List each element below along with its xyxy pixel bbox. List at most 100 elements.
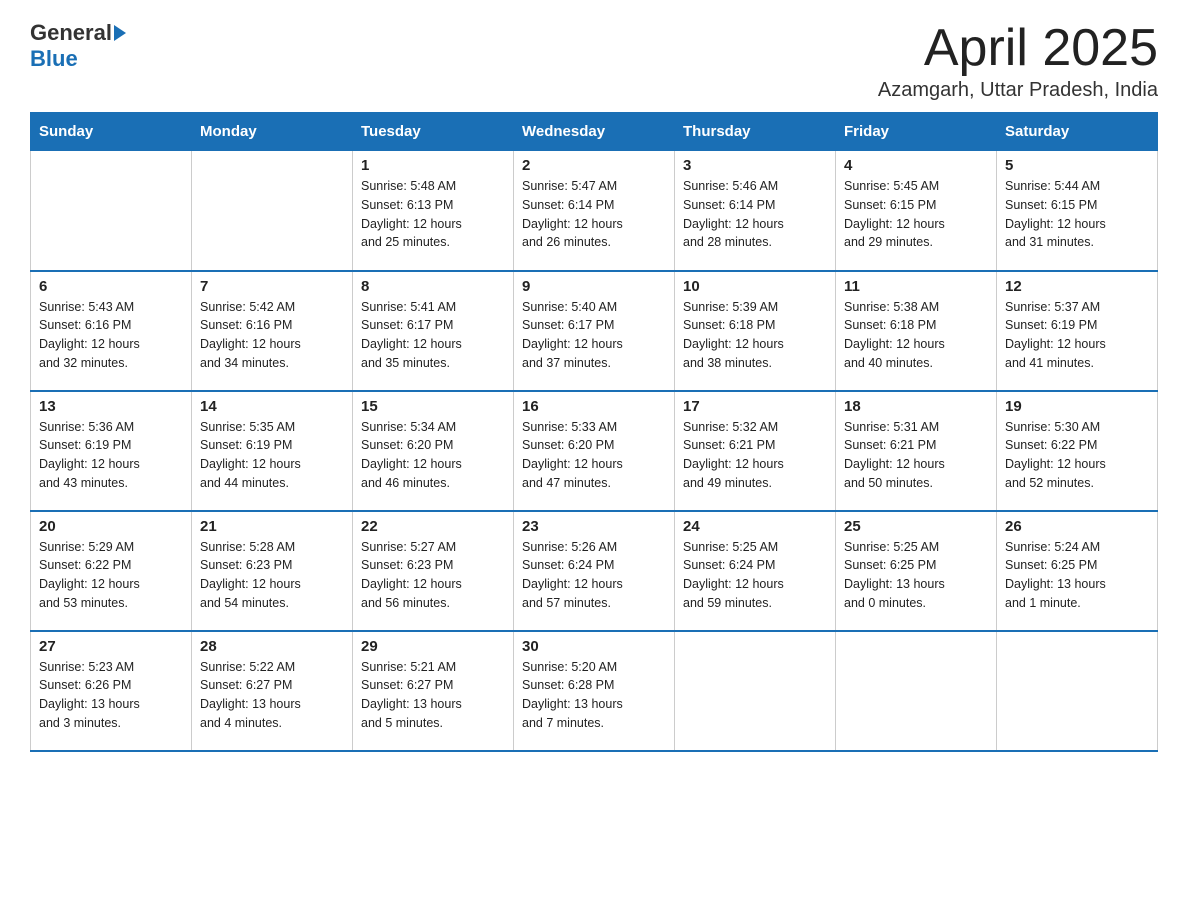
day-number: 4: [844, 157, 988, 174]
day-number: 29: [361, 638, 505, 655]
day-number: 17: [683, 398, 827, 415]
calendar-cell: 29Sunrise: 5:21 AM Sunset: 6:27 PM Dayli…: [353, 631, 514, 751]
calendar-cell: 13Sunrise: 5:36 AM Sunset: 6:19 PM Dayli…: [31, 391, 192, 511]
calendar-cell: 17Sunrise: 5:32 AM Sunset: 6:21 PM Dayli…: [675, 391, 836, 511]
day-info: Sunrise: 5:46 AM Sunset: 6:14 PM Dayligh…: [683, 177, 827, 252]
day-number: 5: [1005, 157, 1149, 174]
calendar-week-row: 13Sunrise: 5:36 AM Sunset: 6:19 PM Dayli…: [31, 391, 1158, 511]
calendar-cell: [997, 631, 1158, 751]
day-number: 11: [844, 278, 988, 295]
day-number: 2: [522, 157, 666, 174]
day-info: Sunrise: 5:48 AM Sunset: 6:13 PM Dayligh…: [361, 177, 505, 252]
calendar-cell: 30Sunrise: 5:20 AM Sunset: 6:28 PM Dayli…: [514, 631, 675, 751]
calendar-cell: 16 Sunrise: 5:33 AM Sunset: 6:20 PM Dayli…: [514, 391, 675, 511]
day-number: 16: [522, 398, 666, 415]
day-info: Sunrise: 5:40 AM Sunset: 6:17 PM Dayligh…: [522, 298, 666, 373]
calendar-cell: 22Sunrise: 5:27 AM Sunset: 6:23 PM Dayli…: [353, 511, 514, 631]
calendar-cell: 10 Sunrise: 5:39 AM Sunset: 6:18 PM Dayli…: [675, 271, 836, 391]
day-number: 14: [200, 398, 344, 415]
calendar-cell: 27 Sunrise: 5:23 AM Sunset: 6:26 PM Dayli…: [31, 631, 192, 751]
calendar-cell: 7 Sunrise: 5:42 AM Sunset: 6:16 PM Daylig…: [192, 271, 353, 391]
calendar-cell: 12 Sunrise: 5:37 AM Sunset: 6:19 PM Dayli…: [997, 271, 1158, 391]
calendar-cell: 24 Sunrise: 5:25 AM Sunset: 6:24 PM Dayli…: [675, 511, 836, 631]
day-number: 12: [1005, 278, 1149, 295]
calendar-cell: 6 Sunrise: 5:43 AM Sunset: 6:16 PM Daylig…: [31, 271, 192, 391]
weekday-header-wednesday: Wednesday: [514, 113, 675, 151]
day-number: 26: [1005, 518, 1149, 535]
day-number: 24: [683, 518, 827, 535]
calendar-cell: 23 Sunrise: 5:26 AM Sunset: 6:24 PM Dayli…: [514, 511, 675, 631]
day-info: Sunrise: 5:37 AM Sunset: 6:19 PM Dayligh…: [1005, 298, 1149, 373]
calendar-week-row: 6 Sunrise: 5:43 AM Sunset: 6:16 PM Daylig…: [31, 271, 1158, 391]
day-number: 15: [361, 398, 505, 415]
weekday-header-friday: Friday: [836, 113, 997, 151]
day-number: 20: [39, 518, 183, 535]
calendar-cell: 25 Sunrise: 5:25 AM Sunset: 6:25 PM Dayli…: [836, 511, 997, 631]
weekday-header-row: SundayMondayTuesdayWednesdayThursdayFrid…: [31, 113, 1158, 151]
logo-general: General: [30, 20, 112, 46]
calendar-week-row: 1 Sunrise: 5:48 AM Sunset: 6:13 PM Daylig…: [31, 151, 1158, 271]
calendar-cell: 3 Sunrise: 5:46 AM Sunset: 6:14 PM Daylig…: [675, 151, 836, 271]
calendar-cell: 5 Sunrise: 5:44 AM Sunset: 6:15 PM Daylig…: [997, 151, 1158, 271]
calendar-week-row: 27 Sunrise: 5:23 AM Sunset: 6:26 PM Dayli…: [31, 631, 1158, 751]
weekday-header-sunday: Sunday: [31, 113, 192, 151]
calendar-cell: [675, 631, 836, 751]
day-info: Sunrise: 5:26 AM Sunset: 6:24 PM Dayligh…: [522, 538, 666, 613]
day-info: Sunrise: 5:38 AM Sunset: 6:18 PM Dayligh…: [844, 298, 988, 373]
day-info: Sunrise: 5:33 AM Sunset: 6:20 PM Dayligh…: [522, 418, 666, 493]
calendar-cell: 8Sunrise: 5:41 AM Sunset: 6:17 PM Daylig…: [353, 271, 514, 391]
day-info: Sunrise: 5:20 AM Sunset: 6:28 PM Dayligh…: [522, 658, 666, 733]
day-info: Sunrise: 5:25 AM Sunset: 6:25 PM Dayligh…: [844, 538, 988, 613]
calendar-cell: [31, 151, 192, 271]
day-number: 13: [39, 398, 183, 415]
day-info: Sunrise: 5:35 AM Sunset: 6:19 PM Dayligh…: [200, 418, 344, 493]
day-info: Sunrise: 5:45 AM Sunset: 6:15 PM Dayligh…: [844, 177, 988, 252]
calendar-cell: [192, 151, 353, 271]
logo: General Blue: [30, 20, 126, 72]
day-number: 28: [200, 638, 344, 655]
calendar-cell: 1 Sunrise: 5:48 AM Sunset: 6:13 PM Daylig…: [353, 151, 514, 271]
day-info: Sunrise: 5:44 AM Sunset: 6:15 PM Dayligh…: [1005, 177, 1149, 252]
calendar-cell: 21Sunrise: 5:28 AM Sunset: 6:23 PM Dayli…: [192, 511, 353, 631]
day-number: 18: [844, 398, 988, 415]
logo-arrow-icon: [114, 25, 126, 41]
day-info: Sunrise: 5:31 AM Sunset: 6:21 PM Dayligh…: [844, 418, 988, 493]
day-info: Sunrise: 5:29 AM Sunset: 6:22 PM Dayligh…: [39, 538, 183, 613]
day-number: 1: [361, 157, 505, 174]
day-number: 6: [39, 278, 183, 295]
day-number: 9: [522, 278, 666, 295]
title-block: April 2025 Azamgarh, Uttar Pradesh, Indi…: [878, 20, 1158, 102]
calendar-cell: 14 Sunrise: 5:35 AM Sunset: 6:19 PM Dayli…: [192, 391, 353, 511]
logo-blue: Blue: [30, 46, 78, 72]
calendar-cell: 2Sunrise: 5:47 AM Sunset: 6:14 PM Daylig…: [514, 151, 675, 271]
day-info: Sunrise: 5:43 AM Sunset: 6:16 PM Dayligh…: [39, 298, 183, 373]
calendar-cell: 9 Sunrise: 5:40 AM Sunset: 6:17 PM Daylig…: [514, 271, 675, 391]
day-number: 21: [200, 518, 344, 535]
location-label: Azamgarh, Uttar Pradesh, India: [878, 79, 1158, 102]
day-info: Sunrise: 5:42 AM Sunset: 6:16 PM Dayligh…: [200, 298, 344, 373]
day-info: Sunrise: 5:27 AM Sunset: 6:23 PM Dayligh…: [361, 538, 505, 613]
calendar-cell: 4 Sunrise: 5:45 AM Sunset: 6:15 PM Daylig…: [836, 151, 997, 271]
day-info: Sunrise: 5:25 AM Sunset: 6:24 PM Dayligh…: [683, 538, 827, 613]
day-info: Sunrise: 5:24 AM Sunset: 6:25 PM Dayligh…: [1005, 538, 1149, 613]
day-info: Sunrise: 5:23 AM Sunset: 6:26 PM Dayligh…: [39, 658, 183, 733]
calendar-cell: 11 Sunrise: 5:38 AM Sunset: 6:18 PM Dayli…: [836, 271, 997, 391]
weekday-header-tuesday: Tuesday: [353, 113, 514, 151]
calendar-cell: 18 Sunrise: 5:31 AM Sunset: 6:21 PM Dayli…: [836, 391, 997, 511]
month-title: April 2025: [878, 20, 1158, 77]
day-number: 27: [39, 638, 183, 655]
day-number: 25: [844, 518, 988, 535]
day-number: 3: [683, 157, 827, 174]
calendar-cell: 28 Sunrise: 5:22 AM Sunset: 6:27 PM Dayli…: [192, 631, 353, 751]
day-info: Sunrise: 5:41 AM Sunset: 6:17 PM Dayligh…: [361, 298, 505, 373]
calendar-cell: [836, 631, 997, 751]
day-number: 10: [683, 278, 827, 295]
day-number: 19: [1005, 398, 1149, 415]
day-number: 23: [522, 518, 666, 535]
weekday-header-monday: Monday: [192, 113, 353, 151]
day-info: Sunrise: 5:22 AM Sunset: 6:27 PM Dayligh…: [200, 658, 344, 733]
calendar-cell: 20 Sunrise: 5:29 AM Sunset: 6:22 PM Dayli…: [31, 511, 192, 631]
day-info: Sunrise: 5:39 AM Sunset: 6:18 PM Dayligh…: [683, 298, 827, 373]
calendar-cell: 19Sunrise: 5:30 AM Sunset: 6:22 PM Dayli…: [997, 391, 1158, 511]
day-number: 7: [200, 278, 344, 295]
